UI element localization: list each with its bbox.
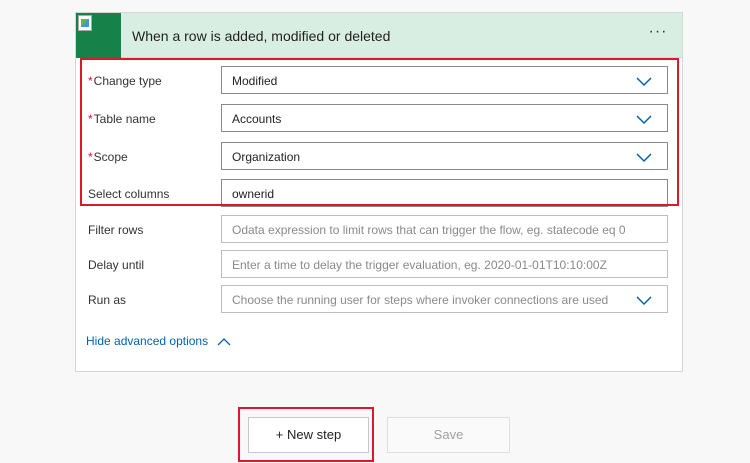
chevron-down-icon[interactable] (635, 74, 653, 88)
table-name-value: Accounts (232, 112, 282, 126)
scope-label: *Scope (88, 150, 128, 164)
change-type-value: Modified (232, 74, 278, 88)
required-marker: * (88, 112, 93, 126)
run-as-row: Run as Choose the running user for steps… (76, 285, 682, 315)
broken-image-icon (78, 15, 92, 31)
chevron-down-icon[interactable] (635, 112, 653, 126)
hide-advanced-options-label: Hide advanced options (86, 334, 209, 348)
required-marker: * (88, 150, 93, 164)
table-name-row: *Table name Accounts (76, 104, 682, 134)
change-type-row: *Change type Modified (76, 66, 682, 96)
scope-row: *Scope Organization (76, 142, 682, 172)
delay-until-row: Delay until Enter a time to delay the tr… (76, 250, 682, 280)
run-as-placeholder: Choose the running user for steps where … (232, 293, 609, 307)
filter-rows-label: Filter rows (88, 223, 144, 237)
save-button[interactable]: Save (387, 417, 510, 453)
select-columns-row: Select columns ownerid (76, 179, 682, 209)
new-step-button[interactable]: + New step (248, 417, 369, 453)
chevron-down-icon[interactable] (635, 293, 653, 307)
chevron-up-icon (217, 337, 231, 346)
trigger-header[interactable]: When a row is added, modified or deleted… (76, 13, 682, 58)
more-options-button[interactable]: ··· (646, 24, 670, 44)
table-name-dropdown[interactable]: Accounts (221, 104, 668, 132)
scope-dropdown[interactable]: Organization (221, 142, 668, 170)
chevron-down-icon[interactable] (635, 150, 653, 164)
select-columns-label: Select columns (88, 187, 170, 201)
delay-until-input[interactable]: Enter a time to delay the trigger evalua… (221, 250, 668, 278)
scope-value: Organization (232, 150, 301, 164)
table-name-label: *Table name (88, 112, 156, 126)
filter-rows-input[interactable]: Odata expression to limit rows that can … (221, 215, 668, 243)
required-marker: * (88, 74, 93, 88)
select-columns-value: ownerid (232, 187, 275, 201)
connector-icon (76, 13, 121, 58)
filter-rows-row: Filter rows Odata expression to limit ro… (76, 215, 682, 245)
delay-until-placeholder: Enter a time to delay the trigger evalua… (232, 258, 607, 272)
run-as-dropdown[interactable]: Choose the running user for steps where … (221, 285, 668, 313)
select-columns-input[interactable]: ownerid (221, 179, 668, 207)
change-type-dropdown[interactable]: Modified (221, 66, 668, 94)
delay-until-label: Delay until (88, 258, 145, 272)
change-type-label: *Change type (88, 74, 162, 88)
trigger-title: When a row is added, modified or deleted (132, 28, 391, 44)
trigger-card: When a row is added, modified or deleted… (75, 12, 683, 372)
filter-rows-placeholder: Odata expression to limit rows that can … (232, 223, 626, 237)
run-as-label: Run as (88, 293, 127, 307)
hide-advanced-options-link[interactable]: Hide advanced options (86, 334, 231, 348)
